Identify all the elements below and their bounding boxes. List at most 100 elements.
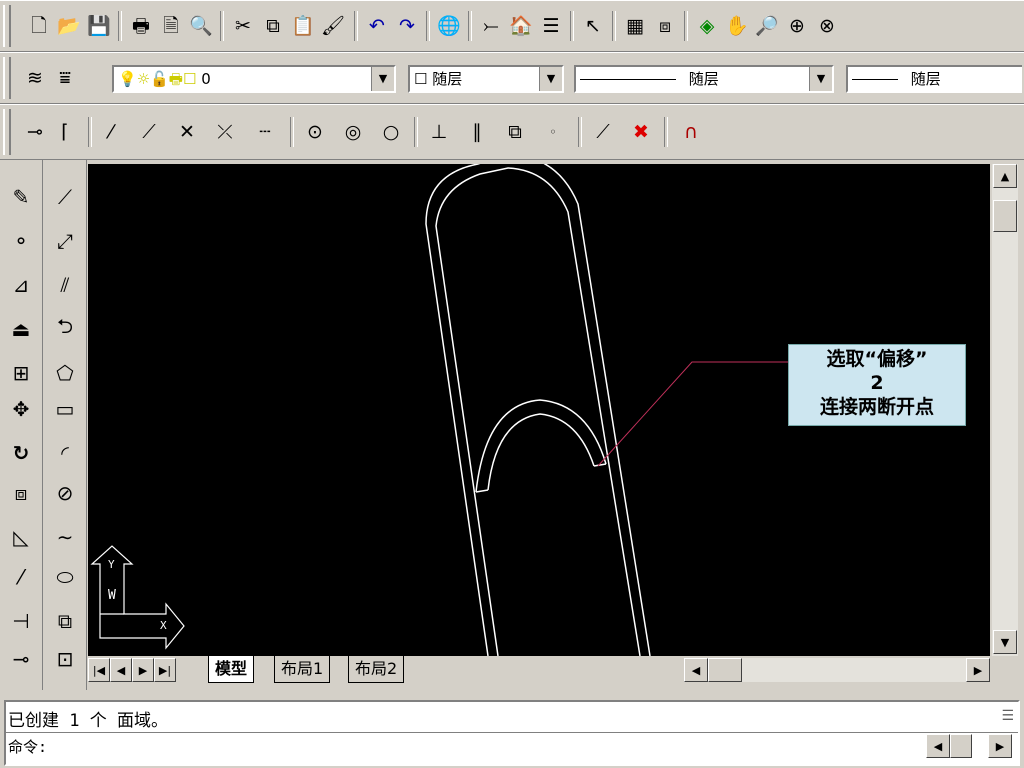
circle-icon[interactable]: ⊘ [46, 474, 84, 512]
snap-quadrant-icon[interactable]: ◎ [338, 117, 368, 147]
spell-check-icon[interactable]: 🔍 [186, 11, 216, 41]
stretch-icon[interactable]: ◺ [2, 518, 40, 556]
copy-icon[interactable]: ⧉ [258, 11, 288, 41]
layer-combo[interactable]: 💡☼🔓🖶☐ 0 ▼ [112, 65, 396, 93]
redo-icon[interactable]: ↷ [392, 11, 422, 41]
ucs-w-label: W [108, 588, 116, 603]
cmd-resize-icon[interactable]: ☰ [1001, 708, 1014, 724]
rotate-icon[interactable]: ↻ [2, 434, 40, 472]
paste-icon[interactable]: 📋 [288, 11, 318, 41]
cmd-scroll-left-button[interactable]: ◀ [926, 734, 950, 758]
toolbar-grip[interactable] [3, 57, 11, 99]
construction-line-icon[interactable]: ⤢ [46, 222, 84, 260]
osnap-settings-icon[interactable]: ∩ [676, 117, 706, 147]
copy-object-icon[interactable]: ⚬ [2, 222, 40, 260]
pan-icon[interactable]: ✋ [722, 11, 752, 41]
command-prompt[interactable]: 命令: [8, 736, 47, 757]
array-icon[interactable]: ⊞ [2, 354, 40, 392]
layer-previous-icon[interactable]: ⩸ [50, 63, 80, 93]
scroll-down-button[interactable]: ▼ [993, 630, 1017, 654]
horizontal-scrollbar[interactable]: ◀ ▶ [684, 658, 990, 682]
tab-layout2[interactable]: 布局2 [348, 656, 405, 683]
zoom-window-icon[interactable]: ⊕ [782, 11, 812, 41]
snap-midpoint-icon[interactable]: ⟋ [134, 117, 164, 147]
snap-center-icon[interactable]: ⊙ [300, 117, 330, 147]
named-views-icon[interactable]: ⧈ [650, 11, 680, 41]
line-icon[interactable]: ⟋ [46, 178, 84, 216]
help-pointer-icon[interactable]: ↖ [578, 11, 608, 41]
tab-model[interactable]: 模型 [208, 656, 255, 683]
command-window[interactable]: 已创建 1 个 面域。 命令: ◀ ▶ ☰ [4, 700, 1020, 766]
snap-perpendicular-icon[interactable]: ⊥ [424, 117, 454, 147]
toolbar-grip[interactable] [3, 5, 11, 47]
scale-icon[interactable]: ⧈ [2, 474, 40, 512]
chevron-down-icon[interactable]: ▼ [539, 67, 562, 91]
ucs-icon[interactable]: ⤚ [476, 11, 506, 41]
snap-endpoint-icon[interactable]: ⁄ [96, 117, 126, 147]
lengthen-icon[interactable]: ⁄ [2, 558, 40, 596]
insert-block-icon[interactable]: ⧉ [46, 602, 84, 640]
cmd-scroll-thumb[interactable] [950, 734, 972, 758]
internet-icon[interactable]: 🌐 [434, 11, 464, 41]
command-scrollbar[interactable]: ◀ ▶ [926, 734, 1012, 760]
chevron-down-icon[interactable]: ▼ [809, 67, 832, 91]
zoom-previous-icon[interactable]: ⊗ [812, 11, 842, 41]
extend-icon[interactable]: ⊸ [2, 640, 40, 678]
snap-parallel-icon[interactable]: ∥ [462, 117, 492, 147]
scroll-thumb[interactable] [993, 200, 1017, 232]
h-scroll-thumb[interactable] [708, 658, 742, 682]
from-icon[interactable]: ⌈ [50, 117, 80, 147]
designcenter-icon[interactable]: 🏠 [506, 11, 536, 41]
new-file-icon[interactable]: 🗋 [24, 11, 54, 41]
offset-icon[interactable]: ⏏ [2, 310, 40, 348]
layers-icon[interactable]: ≋ [20, 63, 50, 93]
chevron-down-icon[interactable]: ▼ [371, 67, 394, 91]
move-icon[interactable]: ✥ [2, 390, 40, 428]
snap-tangent-icon[interactable]: ○ [376, 117, 406, 147]
scroll-up-button[interactable]: ▲ [993, 164, 1017, 188]
erase-icon[interactable]: ✎ [2, 178, 40, 216]
mirror-icon[interactable]: ⊿ [2, 266, 40, 304]
zoom-realtime-icon[interactable]: 🔎 [752, 11, 782, 41]
prev-tab-button[interactable]: ◀ [110, 658, 132, 682]
cmd-scroll-right-button[interactable]: ▶ [988, 734, 1012, 758]
save-icon[interactable]: 💾 [84, 11, 114, 41]
last-tab-button[interactable]: ▶| [154, 658, 176, 682]
lineweight-combo[interactable]: 随层 [846, 65, 1022, 93]
snap-nearest-icon[interactable]: ⟋ [588, 117, 618, 147]
polygon-icon[interactable]: ⬠ [46, 354, 84, 392]
multiline-icon[interactable]: ⫽ [46, 266, 84, 304]
tab-layout1[interactable]: 布局1 [274, 656, 331, 683]
undo-icon[interactable]: ↶ [362, 11, 392, 41]
linetype-combo[interactable]: 随层 ▼ [574, 65, 834, 93]
color-combo[interactable]: ☐ 随层 ▼ [408, 65, 564, 93]
toolbar-grip[interactable] [3, 109, 11, 155]
rectangle-icon[interactable]: ▭ [46, 390, 84, 428]
snap-node-icon[interactable]: ◦ [538, 117, 568, 147]
snap-extension-icon[interactable]: ┄ [250, 117, 280, 147]
cut-icon[interactable]: ✂ [228, 11, 258, 41]
snap-insert-icon[interactable]: ⧉ [500, 117, 530, 147]
first-tab-button[interactable]: |◀ [88, 658, 110, 682]
aerial-view-icon[interactable]: ▦ [620, 11, 650, 41]
snap-none-icon[interactable]: ✖ [626, 117, 656, 147]
open-folder-icon[interactable]: 📂 [54, 11, 84, 41]
make-block-icon[interactable]: ⊡ [46, 640, 84, 678]
3d-orbit-icon[interactable]: ◈ [692, 11, 722, 41]
snap-apparent-intersection-icon[interactable]: ⤫ [210, 117, 240, 147]
properties-icon[interactable]: ☰ [536, 11, 566, 41]
print-preview-icon[interactable]: 🗎 [156, 11, 186, 41]
trim-icon[interactable]: ⊣ [2, 602, 40, 640]
scroll-right-button[interactable]: ▶ [966, 658, 990, 682]
arc-icon[interactable]: ◜ [46, 434, 84, 472]
snap-intersection-icon[interactable]: ✕ [172, 117, 202, 147]
ellipse-icon[interactable]: ⬭ [46, 558, 84, 596]
match-properties-icon[interactable]: 🖌 [318, 11, 348, 41]
polyline-icon[interactable]: ⮌ [46, 310, 84, 348]
temp-track-icon[interactable]: ⊸ [20, 117, 50, 147]
vertical-scrollbar[interactable]: ▲ ▼ [992, 164, 1018, 656]
print-icon[interactable]: 🖶 [126, 11, 156, 41]
scroll-left-button[interactable]: ◀ [684, 658, 708, 682]
spline-icon[interactable]: ∼ [46, 518, 84, 556]
next-tab-button[interactable]: ▶ [132, 658, 154, 682]
